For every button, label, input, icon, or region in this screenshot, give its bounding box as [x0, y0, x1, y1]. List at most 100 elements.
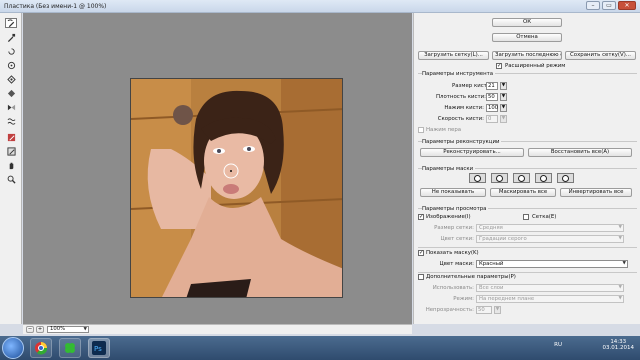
svg-text:Ps: Ps: [94, 345, 102, 353]
add-to-selection-icon[interactable]: [491, 173, 508, 183]
chrome-icon[interactable]: [30, 338, 52, 358]
invert-all-button[interactable]: Инвертировать все: [560, 188, 632, 197]
window-title: Пластика (Без имени-1 @ 100%): [4, 3, 107, 10]
divider: [418, 272, 637, 273]
freeze-mask-tool-icon[interactable]: [5, 132, 17, 142]
use-select: Все слои ▼: [476, 284, 624, 292]
cancel-button[interactable]: Отмена: [492, 33, 562, 42]
show-image-checkbox[interactable]: ✓: [418, 214, 424, 220]
show-image-label: Изображение(I): [426, 214, 471, 220]
show-mask-checkbox[interactable]: ✓: [418, 250, 424, 256]
show-mask-label: Показать маску(K): [426, 250, 479, 256]
reconstruct-button[interactable]: Реконструировать...: [420, 148, 524, 157]
language-indicator[interactable]: RU: [554, 342, 562, 348]
replace-selection-icon[interactable]: [469, 173, 486, 183]
status-bar: − + 100% ▼: [23, 324, 412, 334]
window-title-bar: Пластика (Без имени-1 @ 100%) – ▭ ✕: [0, 0, 640, 13]
show-mesh-checkbox[interactable]: [523, 214, 529, 220]
stylus-pressure-checkbox: [418, 127, 424, 133]
stylus-pressure-label: Нажим пера: [426, 127, 462, 133]
brush-rate-label: Скорость кисти:: [437, 116, 484, 122]
clock-date[interactable]: 03.01.2014: [603, 345, 635, 351]
mirror-tool-icon[interactable]: [5, 102, 17, 112]
ok-button[interactable]: ОК: [492, 18, 562, 27]
system-tray: RU 14:33 03.01.2014: [554, 339, 635, 351]
show-backdrop-checkbox[interactable]: [418, 274, 424, 280]
brush-pressure-input[interactable]: 100: [486, 104, 498, 112]
show-mesh-label: Сетка(E): [532, 214, 557, 220]
subtract-from-selection-icon[interactable]: [513, 173, 530, 183]
zoom-out-button[interactable]: −: [26, 326, 34, 333]
save-mesh-button[interactable]: Сохранить сетку(V)...: [565, 51, 636, 60]
mesh-color-select: Градации серого ▼: [476, 235, 624, 243]
start-button[interactable]: [2, 337, 24, 359]
close-button[interactable]: ✕: [618, 1, 636, 10]
mode-select: На переднем плане ▼: [476, 295, 624, 303]
thaw-mask-tool-icon[interactable]: [5, 146, 17, 156]
brush-density-dropdown-icon[interactable]: ▼: [500, 93, 507, 101]
brush-pressure-dropdown-icon[interactable]: ▼: [500, 104, 507, 112]
mode-value: На переднем плане: [479, 296, 535, 302]
restore-all-button[interactable]: Восстановить все(A): [528, 148, 632, 157]
chevron-down-icon: ▼: [618, 236, 622, 241]
twirl-tool-icon[interactable]: [5, 46, 17, 56]
divider: [418, 247, 637, 248]
preview-canvas[interactable]: [23, 13, 412, 324]
minimize-button[interactable]: –: [586, 1, 600, 10]
chevron-down-icon: ▼: [618, 225, 622, 230]
use-label: Использовать:: [432, 285, 474, 291]
chevron-down-icon: ▼: [622, 261, 626, 266]
chevron-down-icon: ▼: [83, 327, 87, 332]
reconstruct-options-header: Параметры реконструкции: [422, 139, 502, 145]
use-value: Все слои: [479, 285, 504, 291]
tool-options-header: Параметры инструмента: [422, 71, 496, 77]
mask-none-button[interactable]: Не показывать: [420, 188, 486, 197]
view-options-header: Параметры просмотра: [422, 206, 489, 212]
brush-size-dropdown-icon[interactable]: ▼: [500, 82, 507, 90]
warp-tool-icon[interactable]: [5, 18, 17, 28]
brush-density-input[interactable]: 50: [486, 93, 498, 101]
brush-size-input[interactable]: 21: [486, 82, 498, 90]
mesh-size-select: Средняя ▼: [476, 224, 624, 232]
chevron-down-icon: ▼: [618, 296, 622, 301]
zoom-tool-icon[interactable]: [5, 174, 17, 184]
preview-image[interactable]: [130, 78, 343, 298]
options-panel: ОК Отмена Загрузить сетку(L)... Загрузит…: [413, 13, 640, 324]
mesh-color-label: Цвет сетки:: [440, 236, 474, 242]
mask-color-label: Цвет маски:: [439, 261, 474, 267]
zoom-value: 100%: [50, 326, 66, 332]
photoshop-icon[interactable]: Ps: [88, 338, 110, 358]
taskbar: Ps RU 14:33 03.01.2014: [0, 336, 640, 360]
bloat-tool-icon[interactable]: [5, 74, 17, 84]
turbulence-tool-icon[interactable]: [5, 116, 17, 126]
invert-selection-icon[interactable]: [557, 173, 574, 183]
zoom-in-button[interactable]: +: [36, 326, 44, 333]
brush-density-label: Плотность кисти:: [436, 94, 486, 100]
chevron-down-icon: ▼: [618, 285, 622, 290]
mask-color-select[interactable]: Красный ▼: [476, 260, 628, 268]
mesh-size-value: Средняя: [479, 225, 503, 231]
brush-pressure-label: Нажим кисти:: [444, 105, 484, 111]
load-mesh-button[interactable]: Загрузить сетку(L)...: [418, 51, 489, 60]
push-left-tool-icon[interactable]: [5, 88, 17, 98]
clover-icon[interactable]: [59, 338, 81, 358]
show-backdrop-label: Дополнительные параметры(P): [426, 274, 516, 280]
brush-rate-dropdown-icon: ▼: [500, 115, 507, 123]
hand-tool-icon[interactable]: [5, 160, 17, 170]
load-last-mesh-button[interactable]: Загрузить последнюю сетку: [492, 51, 562, 60]
brush-size-label: Размер кисти:: [452, 83, 493, 89]
mask-all-button[interactable]: Маскировать все: [490, 188, 556, 197]
pucker-tool-icon[interactable]: [5, 60, 17, 70]
reconstruct-tool-icon[interactable]: [5, 32, 17, 42]
tools-panel: [0, 13, 22, 324]
advanced-mode-checkbox[interactable]: ✓: [496, 63, 502, 69]
intersect-with-selection-icon[interactable]: [535, 173, 552, 183]
opacity-dropdown-icon: ▼: [494, 306, 501, 314]
mask-options-header: Параметры маски: [422, 166, 476, 172]
zoom-select[interactable]: 100% ▼: [47, 326, 89, 333]
advanced-mode-label: Расширенный режим: [505, 63, 566, 69]
maximize-button[interactable]: ▭: [602, 1, 616, 10]
brush-rate-input: 0: [486, 115, 498, 123]
mesh-color-value: Градации серого: [479, 236, 527, 242]
opacity-label: Непрозрачность:: [425, 307, 474, 313]
